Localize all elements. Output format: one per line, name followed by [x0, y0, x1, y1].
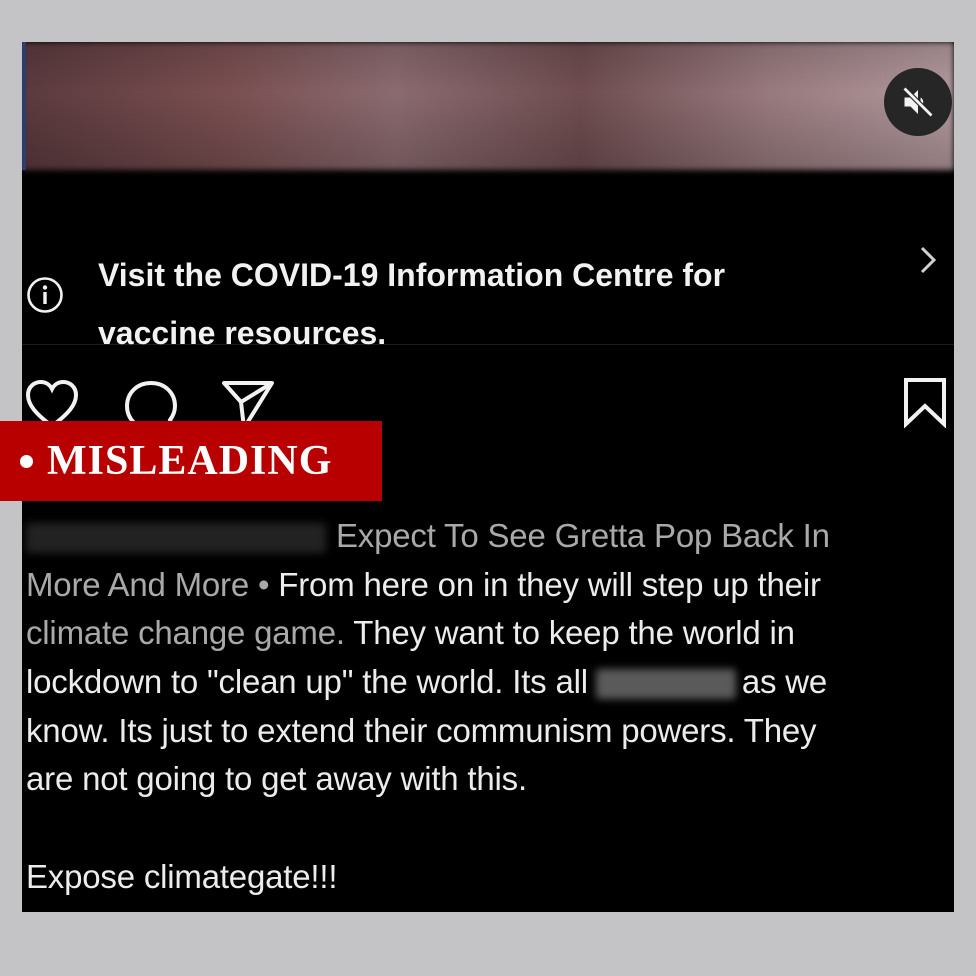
caption-text-4b: as we: [741, 663, 828, 701]
caption-line-5: know. Its just to extend their communism…: [26, 711, 817, 749]
bullet-dot: [20, 454, 33, 468]
caption-text-1: Expect To See Gretta Pop Back In: [336, 517, 830, 554]
caption-line-3: climate change game. They want to keep t…: [26, 609, 952, 658]
covid-info-line1: Visit the COVID-19 Information Centre fo…: [98, 257, 726, 293]
covid-info-line2: vaccine resources.: [98, 315, 387, 351]
bookmark-icon[interactable]: [902, 376, 948, 428]
caption-text-2b: From here on in they will step up their: [269, 565, 821, 603]
caption-line-2: More And More • From here on in they wil…: [26, 561, 952, 610]
caption-text-3a: climate change game.: [26, 614, 345, 652]
covid-info-text: Visit the COVID-19 Information Centre fo…: [98, 246, 858, 362]
post-caption: Expect To See Gretta Pop Back In More An…: [26, 512, 952, 902]
misleading-label: MISLEADING: [0, 421, 382, 501]
speaker-muted-icon: [902, 86, 934, 118]
chevron-right-icon[interactable]: [916, 244, 940, 276]
caption-text-3b: They want to keep the world in: [344, 614, 795, 652]
caption-text-4a: lockdown to "clean up" the world. Its al…: [26, 663, 588, 701]
info-circle-icon: [27, 277, 63, 313]
redacted-username: [26, 523, 326, 554]
video-edge: [22, 42, 26, 170]
caption-text-2a: More And More •: [26, 565, 270, 603]
caption-line-4: lockdown to "clean up" the world. Its al…: [26, 658, 952, 707]
redacted-word: [595, 669, 736, 700]
mute-button[interactable]: [884, 68, 952, 136]
covid-info-banner[interactable]: Visit the COVID-19 Information Centre fo…: [22, 212, 954, 351]
caption-line-6: are not going to get away with this.: [26, 760, 527, 798]
caption-line-7: Expose climategate!!!: [26, 857, 338, 895]
caption-line-1: Expect To See Gretta Pop Back In: [26, 512, 952, 561]
misleading-label-text: MISLEADING: [47, 438, 333, 484]
video-preview[interactable]: [22, 42, 954, 170]
